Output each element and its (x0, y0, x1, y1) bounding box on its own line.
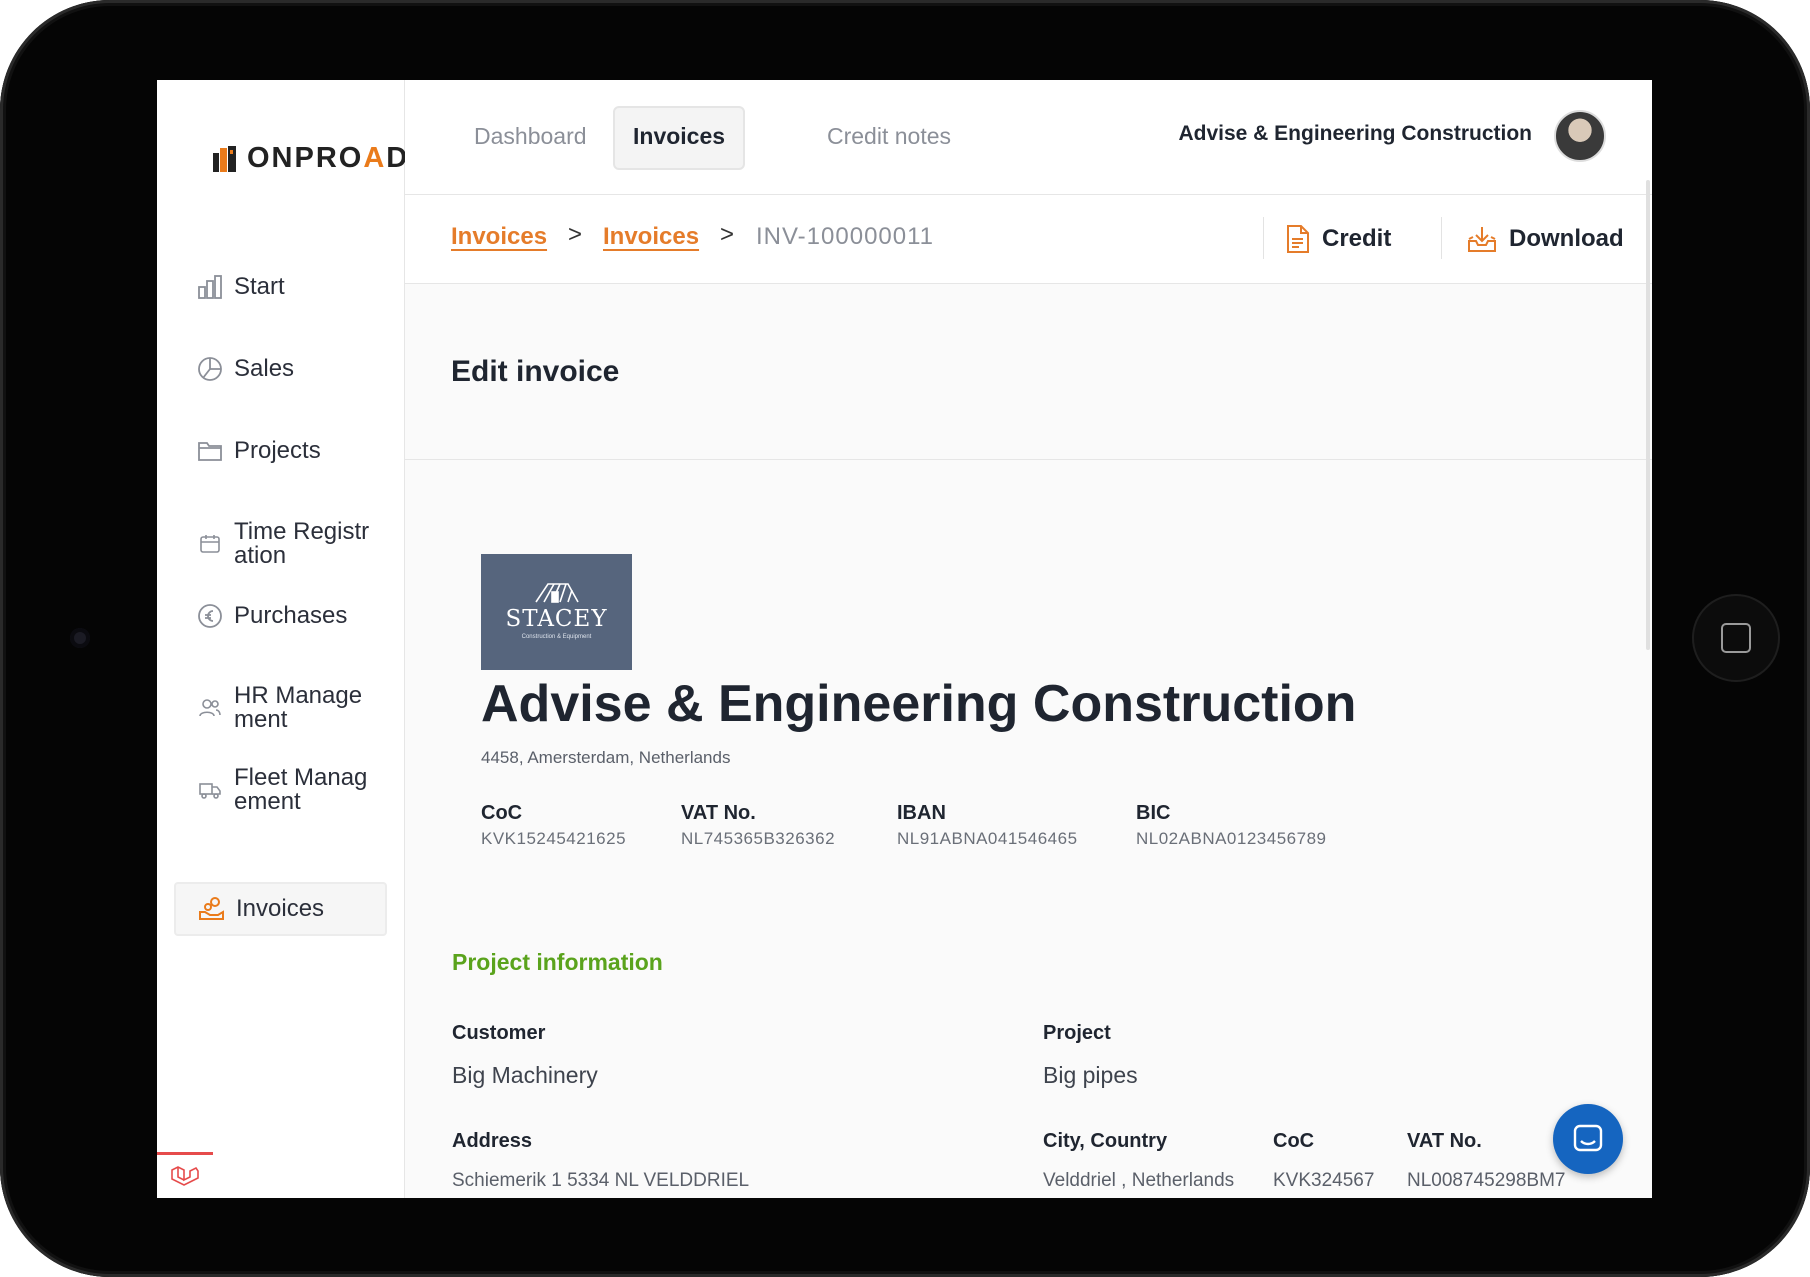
home-button[interactable] (1692, 594, 1780, 682)
breadcrumb-separator: > (720, 221, 735, 248)
home-square-icon (1721, 623, 1751, 653)
company-address: 4458, Amersterdam, Netherlands (481, 748, 731, 767)
bar-chart-icon (196, 273, 224, 301)
calendar-icon (196, 530, 224, 558)
breadcrumb: Invoices > Invoices > INV-100000011 Cred… (405, 195, 1652, 284)
users-icon (196, 694, 224, 722)
section-title-project-information: Project information (452, 949, 663, 975)
address-value: Schiemerik 1 5334 NL VELDDRIEL (452, 1170, 750, 1191)
sidebar-item-label: Fleet Manag ement (234, 764, 368, 815)
tab-dashboard[interactable]: Dashboard (456, 106, 605, 166)
sidebar-item-start[interactable]: Start (174, 273, 387, 301)
city-country-value: Velddriel , Netherlands (1043, 1170, 1235, 1191)
vat-label: VAT No. (681, 802, 756, 824)
sidebar-item-label: Time Registr ation (234, 518, 370, 569)
vat-value: NL745365B326362 (681, 829, 836, 848)
sidebar-item-sales[interactable]: Sales (174, 355, 387, 383)
iban-label: IBAN (897, 802, 946, 824)
project-coc-value: KVK324567 (1273, 1170, 1375, 1191)
project-value: Big pipes (1043, 1062, 1138, 1088)
project-label: Project (1043, 1022, 1111, 1044)
city-country-label: City, Country (1043, 1130, 1168, 1152)
project-vat-value: NL008745298BM7 (1407, 1170, 1566, 1191)
document-icon (1287, 225, 1309, 253)
avatar[interactable] (1554, 110, 1606, 162)
company-logo-subtitle: Construction & Equipment (521, 634, 592, 640)
tab-invoices[interactable]: Invoices (613, 106, 746, 170)
sidebar-item-projects[interactable]: Projects (174, 437, 387, 465)
scrollbar[interactable] (1646, 180, 1650, 650)
logo-text: ONPROAD (247, 142, 410, 174)
breadcrumb-link-invoices[interactable]: Invoices (451, 223, 547, 251)
truck-icon (196, 776, 224, 804)
sidebar-item-time-registration[interactable]: Time Registr ation (174, 520, 387, 568)
sidebar: ONPROAD Start Sales Projects Time Regist… (157, 80, 407, 1198)
top-navigation: Dashboard Invoices Credit notes Advise &… (405, 80, 1652, 195)
page-title: Edit invoice (451, 355, 620, 388)
project-vat-label: VAT No. (1407, 1130, 1482, 1152)
sidebar-item-label: Start (234, 273, 285, 300)
bic-value: NL02ABNA0123456789 (1136, 829, 1327, 848)
sidebar-item-label: Purchases (234, 602, 348, 629)
iban-value: NL91ABNA041546465 (897, 829, 1078, 848)
bic-label: BIC (1136, 802, 1171, 824)
customer-label: Customer (452, 1022, 546, 1044)
roof-icon (481, 580, 632, 604)
tablet-frame: ONPROAD Start Sales Projects Time Regist… (0, 0, 1810, 1277)
project-coc-label: CoC (1273, 1130, 1315, 1152)
sidebar-item-fleet-management[interactable]: Fleet Manag ement (174, 766, 387, 814)
company-logo-name: STACEY (505, 606, 608, 632)
camera-icon (70, 628, 90, 648)
credit-button[interactable]: Credit (1286, 219, 1391, 259)
coc-label: CoC (481, 802, 523, 824)
download-label: Download (1509, 225, 1624, 252)
chat-button[interactable] (1553, 1104, 1623, 1174)
euro-icon (196, 602, 224, 630)
breadcrumb-current: INV-100000011 (756, 223, 935, 250)
tab-credit-notes[interactable]: Credit notes (809, 106, 969, 166)
address-label: Address (452, 1130, 533, 1152)
logo-icon (211, 144, 241, 174)
chat-icon (1573, 1124, 1603, 1152)
download-icon (1468, 227, 1496, 252)
company-title: Advise & Engineering Construction (481, 675, 1357, 733)
sidebar-item-label: HR Manage ment (234, 682, 363, 733)
coc-value: KVK15245421625 (481, 829, 627, 848)
divider (1441, 217, 1442, 259)
sidebar-item-invoices[interactable]: Invoices (174, 882, 387, 936)
app-screen: ONPROAD Start Sales Projects Time Regist… (157, 80, 1652, 1198)
hand-coins-icon (198, 895, 226, 923)
pie-chart-icon (196, 355, 224, 383)
sidebar-item-hr-management[interactable]: HR Manage ment (174, 684, 387, 732)
breadcrumb-link-invoices-list[interactable]: Invoices (603, 223, 699, 251)
sidebar-item-label: Sales (234, 355, 295, 382)
laravel-debug-tab[interactable] (157, 1152, 213, 1198)
sidebar-item-purchases[interactable]: Purchases (174, 602, 387, 630)
divider (1263, 217, 1264, 259)
credit-label: Credit (1322, 225, 1392, 252)
app-logo[interactable]: ONPROAD (211, 142, 409, 175)
breadcrumb-separator: > (568, 221, 583, 248)
laravel-icon (171, 1166, 199, 1186)
divider (405, 459, 1652, 460)
sidebar-item-label: Invoices (236, 895, 325, 922)
folder-icon (196, 437, 224, 465)
download-button[interactable]: Download (1467, 219, 1624, 259)
company-logo: STACEY Construction & Equipment (481, 554, 632, 670)
sidebar-item-label: Projects (234, 437, 321, 464)
customer-value: Big Machinery (452, 1062, 598, 1088)
account-company-name[interactable]: Advise & Engineering Construction (1178, 122, 1532, 146)
